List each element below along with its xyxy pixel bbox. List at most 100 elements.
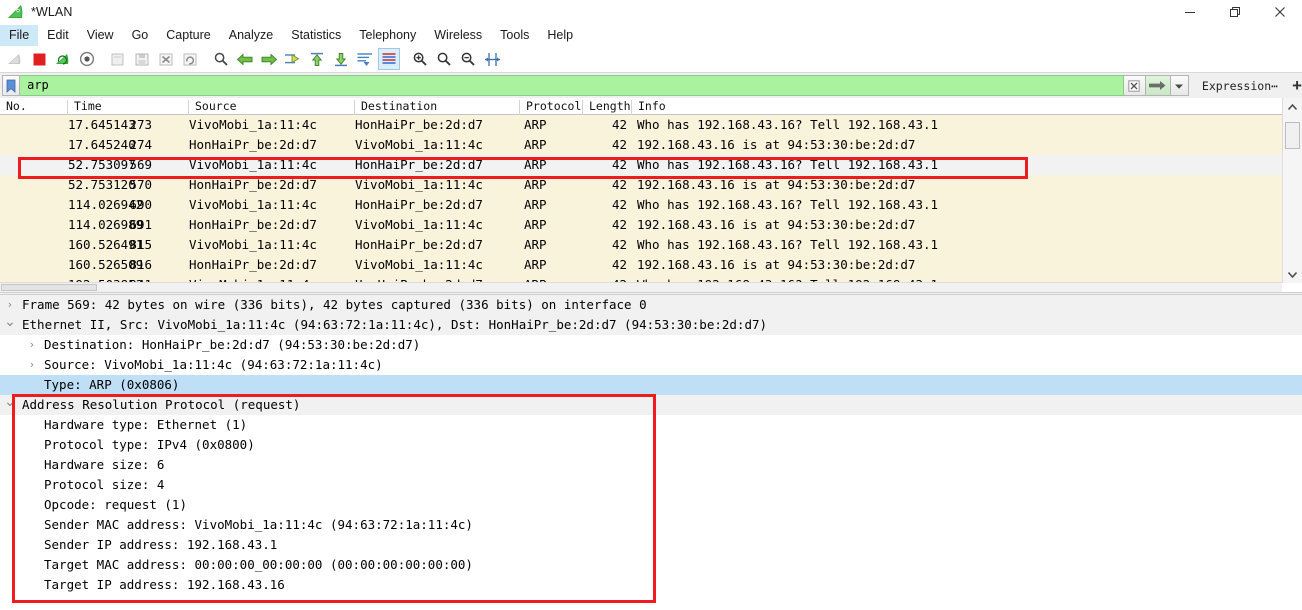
apply-arrow-icon[interactable] bbox=[1145, 75, 1171, 96]
close-file-icon[interactable] bbox=[155, 48, 177, 70]
display-filter-input[interactable]: arp bbox=[20, 75, 1125, 96]
go-forward-icon[interactable] bbox=[258, 48, 280, 70]
detail-tree-row[interactable]: › Source: VivoMobi_1a:11:4c (94:63:72:1a:… bbox=[0, 355, 1302, 375]
stop-capture-icon[interactable] bbox=[28, 48, 50, 70]
column-header-time[interactable]: Time bbox=[68, 100, 189, 115]
table-row[interactable]: 816 160.526509 HonHaiPr_be:2d:d7 VivoMobi_1… bbox=[0, 255, 1282, 275]
chevron-down-icon[interactable]: ⌄ bbox=[3, 315, 17, 329]
detail-tree-row[interactable]: › Destination: HonHaiPr_be:2d:d7 (94:53:3… bbox=[0, 335, 1302, 355]
cell-source: HonHaiPr_be:2d:d7 bbox=[189, 137, 317, 152]
cell-protocol: ARP bbox=[524, 137, 547, 152]
cell-destination: HonHaiPr_be:2d:d7 bbox=[355, 117, 483, 132]
resize-columns-icon[interactable] bbox=[481, 48, 503, 70]
menu-item-wireless[interactable]: Wireless bbox=[425, 25, 491, 46]
go-back-icon[interactable] bbox=[234, 48, 256, 70]
scroll-thumb[interactable] bbox=[1285, 122, 1300, 149]
go-to-packet-icon[interactable] bbox=[282, 48, 304, 70]
column-header-no[interactable]: No. bbox=[0, 100, 68, 115]
detail-tree-row[interactable]: Hardware type: Ethernet (1) bbox=[0, 415, 1302, 435]
packet-list-vertical-scrollbar[interactable] bbox=[1282, 98, 1302, 283]
minimize-button[interactable] bbox=[1167, 0, 1212, 24]
detail-tree-row[interactable]: Sender IP address: 192.168.43.1 bbox=[0, 535, 1302, 555]
cell-protocol: ARP bbox=[524, 197, 547, 212]
table-row[interactable]: 273 17.645143 VivoMobi_1a:11:4c HonHaiPr_be… bbox=[0, 115, 1282, 135]
scroll-up-arrow-icon[interactable] bbox=[1283, 98, 1302, 116]
column-header-source[interactable]: Source bbox=[189, 100, 355, 115]
zoom-out-icon[interactable] bbox=[433, 48, 455, 70]
reload-file-icon[interactable] bbox=[179, 48, 201, 70]
cell-length: 42 bbox=[611, 157, 627, 172]
restart-capture-icon[interactable] bbox=[52, 48, 74, 70]
column-header-destination[interactable]: Destination bbox=[355, 100, 520, 115]
clear-x-icon[interactable] bbox=[1124, 75, 1146, 96]
table-row[interactable]: 815 160.526491 VivoMobi_1a:11:4c HonHaiPr_b… bbox=[0, 235, 1282, 255]
cell-protocol: ARP bbox=[524, 117, 547, 132]
packet-list-horizontal-scrollbar[interactable] bbox=[0, 282, 1282, 292]
go-to-first-packet-icon[interactable] bbox=[306, 48, 328, 70]
chevron-down-icon[interactable]: ⌄ bbox=[3, 395, 17, 409]
table-row[interactable]: 691 114.026989 HonHaiPr_be:2d:d7 VivoMobi_1… bbox=[0, 215, 1282, 235]
colorize-packets-icon[interactable] bbox=[378, 48, 400, 70]
menu-item-analyze[interactable]: Analyze bbox=[220, 25, 282, 46]
menu-item-file[interactable]: File bbox=[0, 24, 39, 46]
cell-length: 42 bbox=[611, 257, 627, 272]
chevron-right-icon[interactable]: › bbox=[25, 335, 39, 355]
detail-tree-row[interactable]: Protocol type: IPv4 (0x0800) bbox=[0, 435, 1302, 455]
menu-item-capture[interactable]: Capture bbox=[157, 25, 219, 46]
table-row[interactable]: 274 17.645240 HonHaiPr_be:2d:d7 VivoMobi_1a… bbox=[0, 135, 1282, 155]
menu-item-statistics[interactable]: Statistics bbox=[282, 25, 350, 46]
bookmark-icon[interactable] bbox=[2, 75, 21, 96]
capture-options-icon[interactable] bbox=[76, 48, 98, 70]
menu-item-edit[interactable]: Edit bbox=[38, 25, 78, 46]
table-row[interactable]: 569 52.753097 VivoMobi_1a:11:4c HonHaiPr_be… bbox=[0, 155, 1282, 175]
packet-list-header[interactable]: No. Time Source Destination Protocol Length In… bbox=[0, 98, 1282, 115]
chevron-down-icon[interactable] bbox=[1170, 75, 1189, 96]
detail-tree-row[interactable]: Target IP address: 192.168.43.16 bbox=[0, 575, 1302, 595]
column-header-info[interactable]: Info bbox=[632, 100, 1282, 115]
detail-tree-label: Hardware size: 6 bbox=[44, 457, 165, 472]
cell-protocol: ARP bbox=[524, 157, 547, 172]
detail-tree-row[interactable]: Sender MAC address: VivoMobi_1a:11:4c (9… bbox=[0, 515, 1302, 535]
chevron-right-icon[interactable]: › bbox=[25, 355, 39, 375]
detail-tree-row[interactable]: Hardware size: 6 bbox=[0, 455, 1302, 475]
menu-item-tools[interactable]: Tools bbox=[491, 25, 538, 46]
table-row[interactable]: 570 52.753120 HonHaiPr_be:2d:d7 VivoMobi_1a… bbox=[0, 175, 1282, 195]
chevron-right-icon[interactable]: › bbox=[3, 295, 17, 315]
table-row[interactable]: 690 114.026942 VivoMobi_1a:11:4c HonHaiPr_b… bbox=[0, 195, 1282, 215]
start-capture-icon[interactable] bbox=[4, 48, 26, 70]
packet-details-pane[interactable]: › Frame 569: 42 bytes on wire (336 bits),… bbox=[0, 295, 1302, 610]
auto-scroll-icon[interactable] bbox=[354, 48, 376, 70]
detail-tree-row[interactable]: Target MAC address: 00:00:00_00:00:00 (0… bbox=[0, 555, 1302, 575]
menu-item-help[interactable]: Help bbox=[538, 25, 582, 46]
menu-item-go[interactable]: Go bbox=[123, 25, 158, 46]
column-header-protocol[interactable]: Protocol bbox=[520, 100, 583, 115]
normal-size-icon[interactable] bbox=[457, 48, 479, 70]
cell-destination: HonHaiPr_be:2d:d7 bbox=[355, 157, 483, 172]
zoom-in-icon[interactable] bbox=[409, 48, 431, 70]
detail-tree-row[interactable]: ⌄ Ethernet II, Src: VivoMobi_1a:11:4c (94… bbox=[0, 315, 1302, 335]
save-file-icon[interactable] bbox=[131, 48, 153, 70]
menu-item-telephony[interactable]: Telephony bbox=[350, 25, 425, 46]
detail-tree-row[interactable]: Opcode: request (1) bbox=[0, 495, 1302, 515]
wireshark-shark-fin-icon bbox=[7, 4, 25, 20]
cell-source: VivoMobi_1a:11:4c bbox=[189, 117, 317, 132]
detail-tree-row[interactable]: › Frame 569: 42 bytes on wire (336 bits),… bbox=[0, 295, 1302, 315]
filter-expression-button[interactable]: Expression⋯ bbox=[1202, 79, 1278, 93]
menu-item-view[interactable]: View bbox=[78, 25, 123, 46]
detail-tree-row[interactable]: Type: ARP (0x0806) bbox=[0, 375, 1302, 395]
scroll-thumb-horizontal[interactable] bbox=[1, 284, 97, 291]
open-file-icon[interactable] bbox=[107, 48, 129, 70]
packet-list-rows[interactable]: 273 17.645143 VivoMobi_1a:11:4c HonHaiPr_be… bbox=[0, 115, 1282, 292]
scroll-down-arrow-icon[interactable] bbox=[1283, 265, 1302, 283]
column-header-length[interactable]: Length bbox=[583, 100, 632, 115]
find-packet-icon[interactable] bbox=[210, 48, 232, 70]
cell-protocol: ARP bbox=[524, 237, 547, 252]
go-to-last-packet-icon[interactable] bbox=[330, 48, 352, 70]
detail-tree-row[interactable]: Protocol size: 4 bbox=[0, 475, 1302, 495]
detail-tree-row[interactable]: ⌄ Address Resolution Protocol (request) bbox=[0, 395, 1302, 415]
close-button[interactable] bbox=[1257, 0, 1302, 24]
maximize-button[interactable] bbox=[1212, 0, 1257, 24]
cell-length: 42 bbox=[611, 117, 627, 132]
add-filter-button[interactable]: + bbox=[1292, 77, 1302, 94]
detail-tree-label: Opcode: request (1) bbox=[44, 497, 187, 512]
